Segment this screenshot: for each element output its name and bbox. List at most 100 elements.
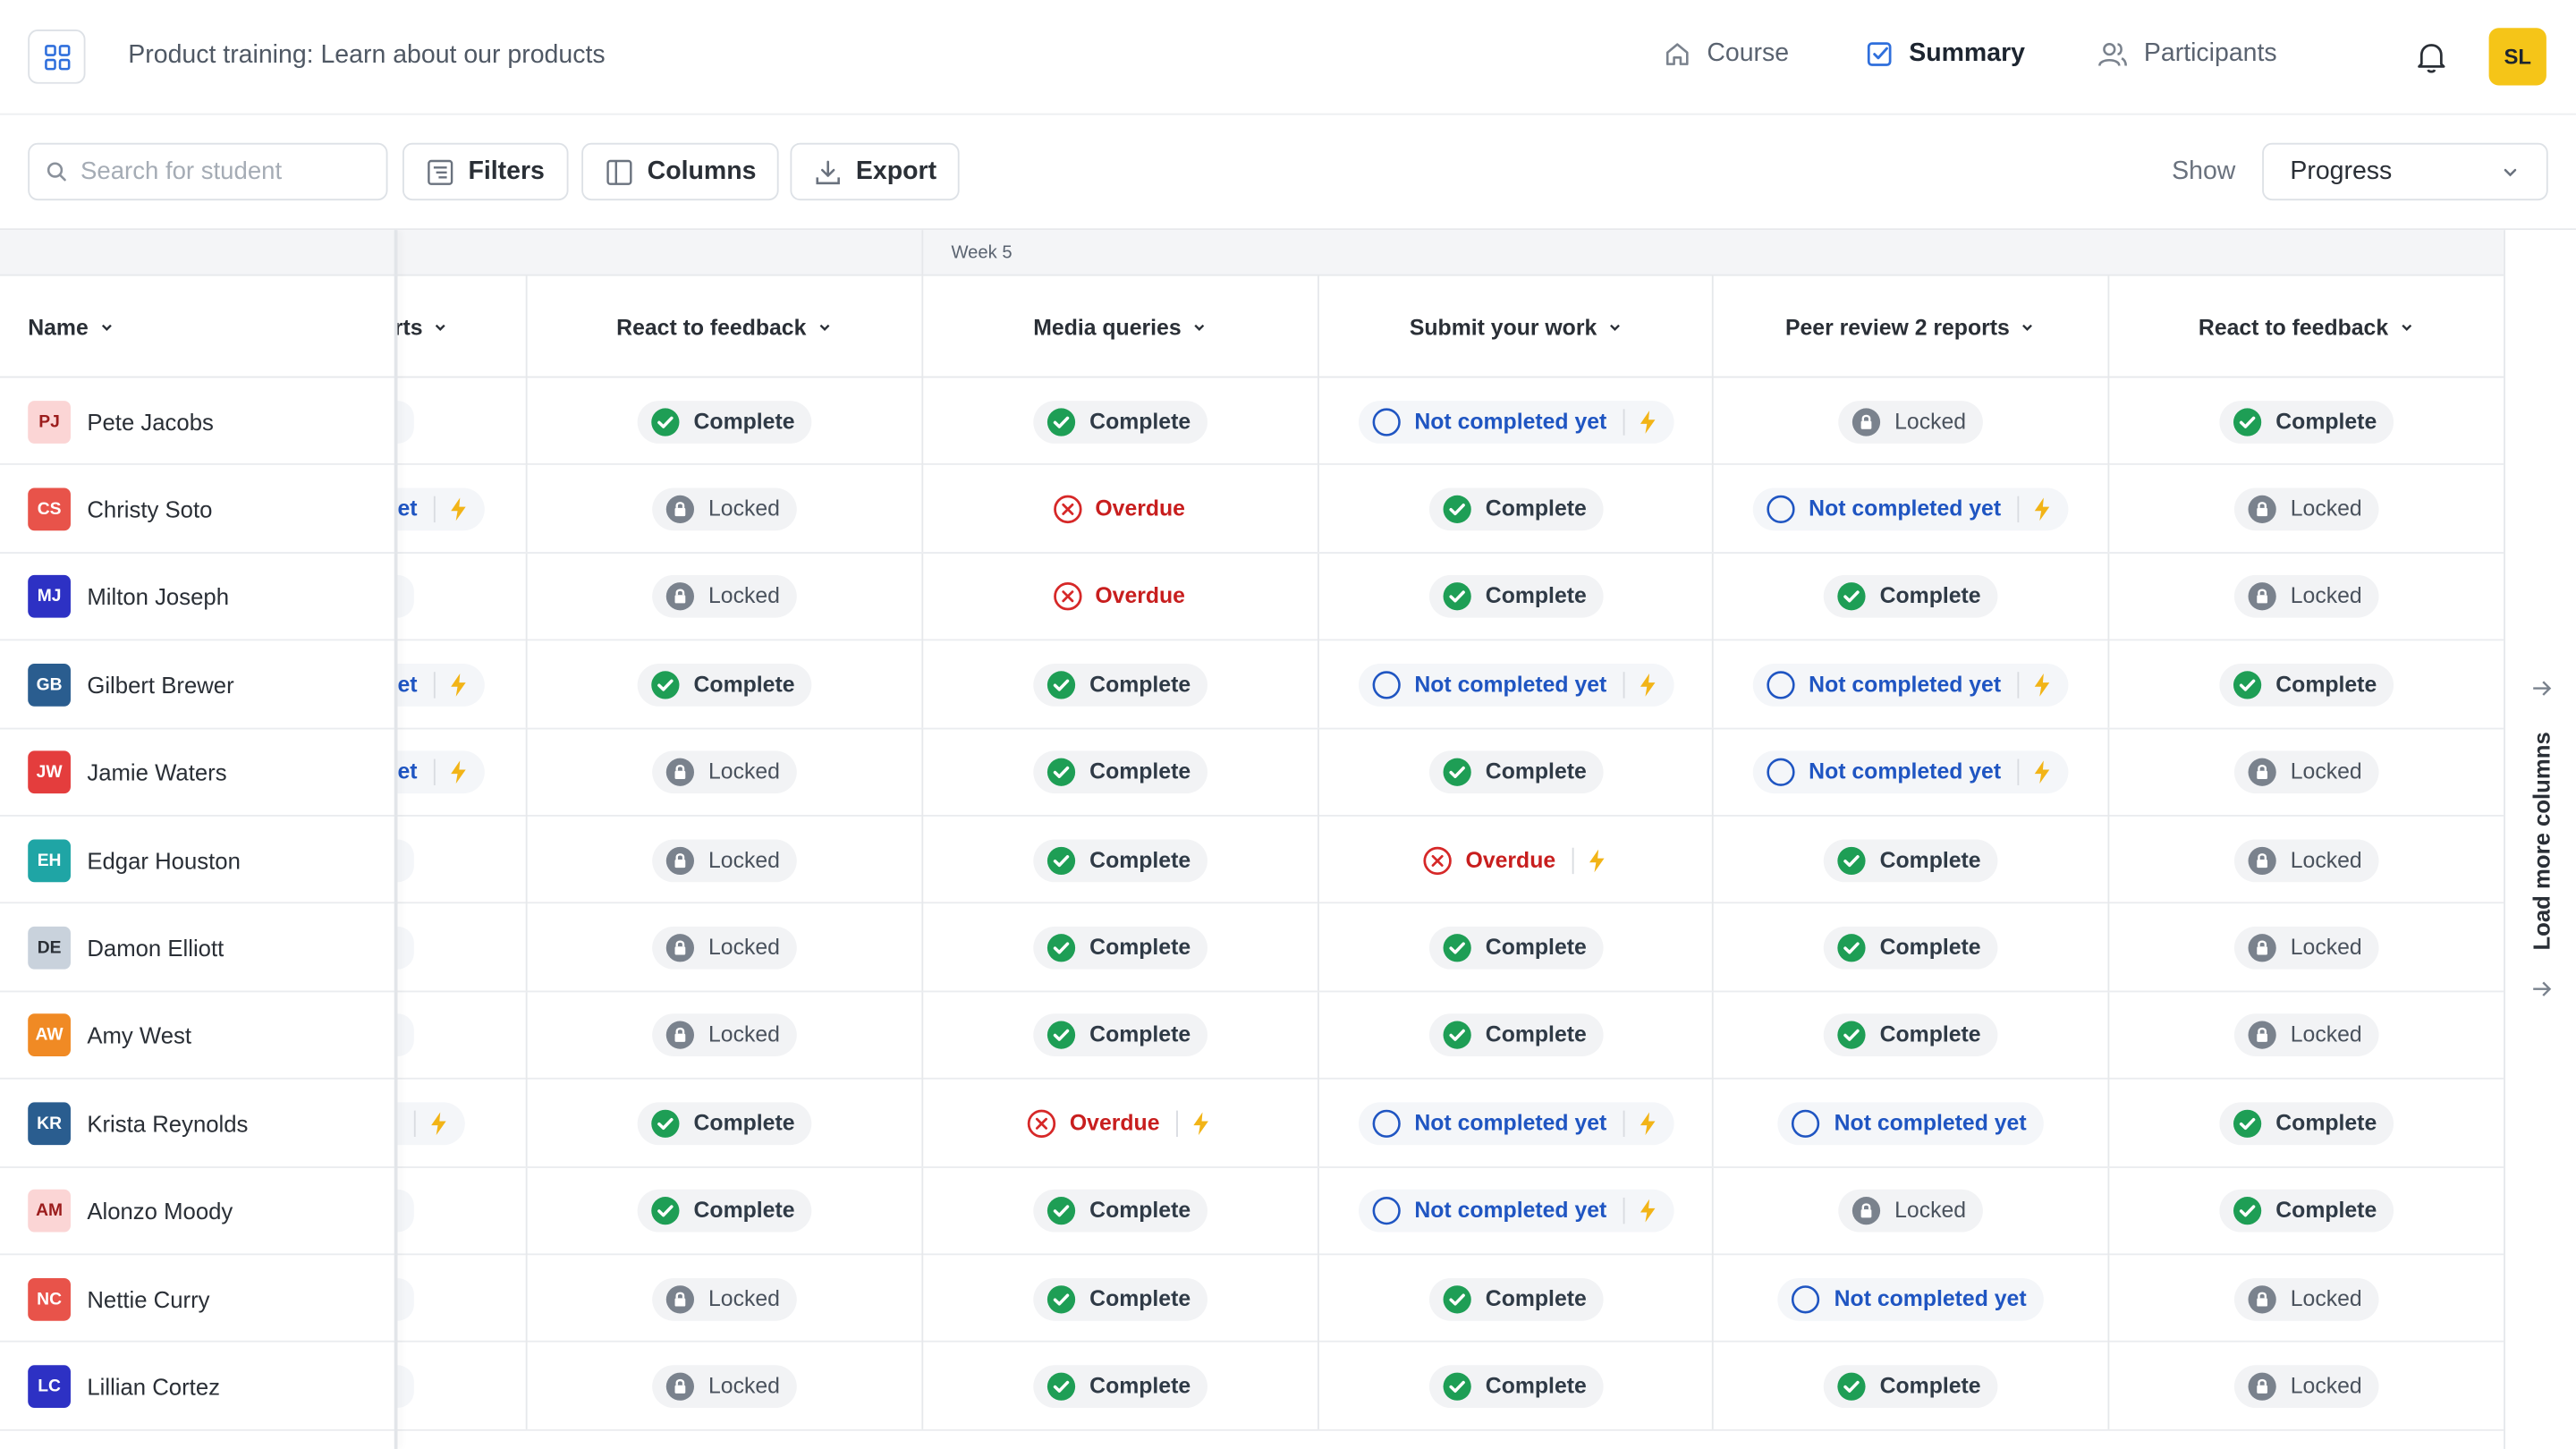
status-cell[interactable]: Overdue xyxy=(921,465,1318,553)
status-cell[interactable]: Complete xyxy=(921,1167,1318,1255)
student-name-cell[interactable]: JW Jamie Waters xyxy=(0,729,394,816)
column-header-3[interactable]: Submit your work xyxy=(1318,275,1714,378)
status-cell[interactable]: Overdue xyxy=(921,1080,1318,1167)
show-select[interactable]: Progress xyxy=(2262,142,2548,201)
status-cell[interactable]: Complete xyxy=(1711,553,2108,640)
status-cell[interactable]: Not completed yet xyxy=(1711,1255,2108,1343)
student-name-cell[interactable]: EH Edgar Houston xyxy=(0,817,394,903)
partial-status-cell[interactable] xyxy=(397,992,525,1079)
status-cell[interactable]: Not completed yet xyxy=(1318,1167,1714,1255)
name-column-header[interactable]: Name xyxy=(28,276,114,378)
status-cell[interactable]: Locked xyxy=(2107,553,2504,640)
column-header-5[interactable]: React to feedback xyxy=(2107,275,2504,378)
student-name-cell[interactable]: AM Alonzo Moody xyxy=(0,1167,394,1254)
status-cell[interactable]: Locked xyxy=(1711,1167,2108,1255)
nav-course[interactable]: Course xyxy=(1663,39,1789,69)
status-cell[interactable]: Locked xyxy=(2107,728,2504,817)
export-button[interactable]: Export xyxy=(790,142,960,201)
status-cell[interactable]: Complete xyxy=(921,903,1318,992)
status-cell[interactable]: Locked xyxy=(525,465,922,553)
status-cell[interactable]: Complete xyxy=(1318,728,1714,817)
status-cell[interactable]: Complete xyxy=(2107,1167,2504,1255)
status-cell[interactable]: Locked xyxy=(525,553,922,640)
student-name-cell[interactable]: MJ Milton Joseph xyxy=(0,554,394,640)
partial-status-cell[interactable]: et xyxy=(397,641,525,728)
status-cell[interactable]: Complete xyxy=(525,640,922,729)
status-cell[interactable]: Locked xyxy=(2107,465,2504,553)
status-cell[interactable]: Not completed yet xyxy=(1711,465,2108,553)
status-cell[interactable]: Not completed yet xyxy=(1318,640,1714,729)
partial-status-cell[interactable] xyxy=(397,817,525,903)
status-cell[interactable]: Complete xyxy=(921,1255,1318,1343)
status-cell[interactable]: Locked xyxy=(2107,1255,2504,1343)
student-name-cell[interactable]: DE Damon Elliott xyxy=(0,904,394,991)
student-name-cell[interactable]: GB Gilbert Brewer xyxy=(0,641,394,728)
status-cell[interactable]: Locked xyxy=(525,991,922,1080)
partial-status-cell[interactable] xyxy=(397,554,525,640)
status-cell[interactable]: Locked xyxy=(2107,991,2504,1080)
status-cell[interactable]: Complete xyxy=(2107,1080,2504,1167)
status-cell[interactable]: Complete xyxy=(921,1343,1318,1430)
status-cell[interactable]: Locked xyxy=(525,816,922,904)
status-cell[interactable]: Not completed yet xyxy=(1318,377,1714,465)
status-cell[interactable]: Complete xyxy=(1318,1255,1714,1343)
partial-status-cell[interactable] xyxy=(397,1343,525,1429)
status-cell[interactable]: Complete xyxy=(1318,465,1714,553)
student-name-cell[interactable]: NC Nettie Curry xyxy=(0,1255,394,1342)
status-cell[interactable]: Complete xyxy=(921,816,1318,904)
student-name-cell[interactable]: PJ Pete Jacobs xyxy=(0,377,394,464)
status-cell[interactable]: Locked xyxy=(525,1343,922,1430)
status-cell[interactable]: Complete xyxy=(921,991,1318,1080)
status-cell[interactable]: Complete xyxy=(1318,903,1714,992)
status-cell[interactable]: Complete xyxy=(1711,1343,2108,1430)
status-cell[interactable]: Not completed yet xyxy=(1711,1080,2108,1167)
nav-participants[interactable]: Participants xyxy=(2097,39,2277,69)
app-switcher-button[interactable] xyxy=(28,30,86,84)
status-cell[interactable]: Complete xyxy=(1318,1343,1714,1430)
user-avatar[interactable]: SL xyxy=(2488,28,2546,86)
status-cell[interactable]: Complete xyxy=(1711,903,2108,992)
status-cell[interactable]: Complete xyxy=(1711,816,2108,904)
status-cell[interactable]: Complete xyxy=(2107,377,2504,465)
filters-button[interactable]: Filters xyxy=(402,142,568,201)
partial-status-cell[interactable]: et xyxy=(397,729,525,816)
student-name-cell[interactable]: LC Lillian Cortez xyxy=(0,1343,394,1429)
status-cell[interactable]: Complete xyxy=(1711,991,2108,1080)
status-cell[interactable]: Not completed yet xyxy=(1711,640,2108,729)
status-cell[interactable]: Locked xyxy=(2107,903,2504,992)
load-more-columns-label[interactable]: Load more columns xyxy=(2529,732,2555,950)
search-input[interactable] xyxy=(80,157,360,186)
search-box[interactable] xyxy=(28,142,388,201)
partial-status-cell[interactable] xyxy=(397,1255,525,1342)
status-cell[interactable]: Locked xyxy=(525,728,922,817)
partial-status-cell[interactable] xyxy=(397,1080,525,1166)
student-name-cell[interactable]: KR Krista Reynolds xyxy=(0,1080,394,1166)
status-cell[interactable]: Complete xyxy=(1318,991,1714,1080)
status-cell[interactable]: Complete xyxy=(1318,553,1714,640)
student-name-cell[interactable]: AW Amy West xyxy=(0,992,394,1079)
status-cell[interactable]: Complete xyxy=(525,1080,922,1167)
status-cell[interactable]: Overdue xyxy=(1318,816,1714,904)
nav-summary[interactable]: Summary xyxy=(1865,39,2025,69)
status-cell[interactable]: Complete xyxy=(525,1167,922,1255)
status-cell[interactable]: Locked xyxy=(2107,816,2504,904)
status-cell[interactable]: Complete xyxy=(921,728,1318,817)
student-name-cell[interactable]: CS Christy Soto xyxy=(0,466,394,553)
status-cell[interactable]: Complete xyxy=(2107,640,2504,729)
partial-status-cell[interactable] xyxy=(397,1167,525,1254)
status-cell[interactable]: Complete xyxy=(921,640,1318,729)
column-header-1[interactable]: React to feedback xyxy=(525,275,922,378)
status-cell[interactable]: Overdue xyxy=(921,553,1318,640)
status-cell[interactable]: Locked xyxy=(2107,1343,2504,1430)
column-header-partial[interactable]: rts xyxy=(394,276,526,378)
status-cell[interactable]: Not completed yet xyxy=(1711,728,2108,817)
status-cell[interactable]: Locked xyxy=(525,903,922,992)
column-header-4[interactable]: Peer review 2 reports xyxy=(1711,275,2108,378)
status-cell[interactable]: Locked xyxy=(525,1255,922,1343)
status-cell[interactable]: Not completed yet xyxy=(1318,1080,1714,1167)
status-cell[interactable]: Complete xyxy=(525,377,922,465)
partial-status-cell[interactable] xyxy=(397,904,525,991)
notifications-button[interactable] xyxy=(2415,39,2448,84)
partial-status-cell[interactable]: et xyxy=(397,466,525,553)
status-cell[interactable]: Locked xyxy=(1711,377,2108,465)
